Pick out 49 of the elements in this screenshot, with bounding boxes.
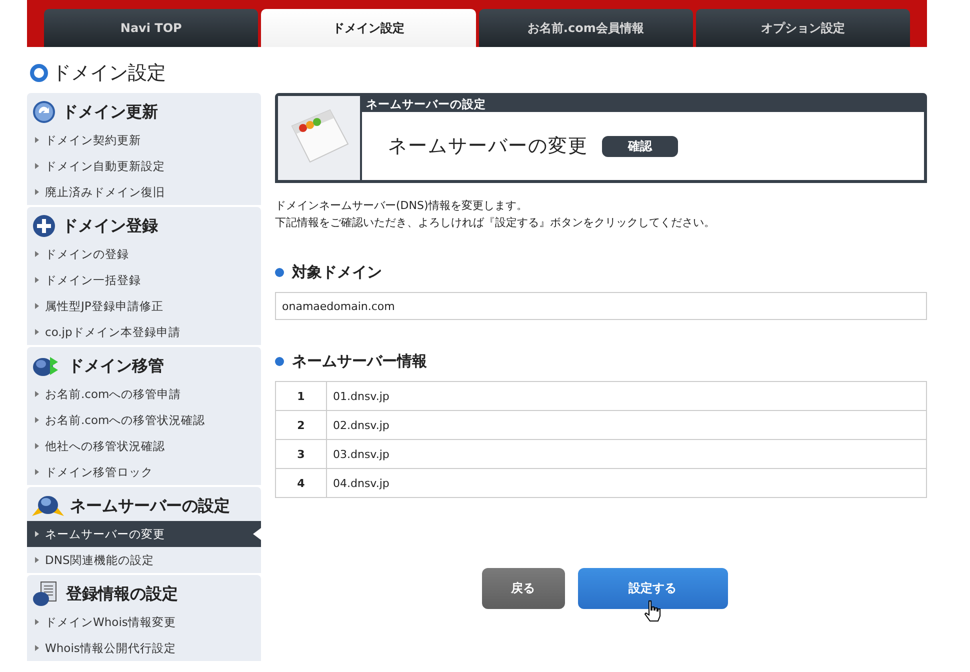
sidebar-item[interactable]: ドメイン一括登録 xyxy=(27,267,261,293)
page-title: ドメイン設定 xyxy=(52,61,166,86)
sidebar-item[interactable]: ドメインの登録 xyxy=(27,241,261,267)
nav-tab[interactable]: オプション設定 xyxy=(696,9,910,47)
table-cell: 4 xyxy=(276,468,326,498)
sidebar-item[interactable]: 他社への移管状況確認 xyxy=(27,433,261,459)
ring-icon xyxy=(30,64,48,82)
bullet-icon xyxy=(275,268,284,277)
sidebar-item[interactable]: お名前.comへの移管申請 xyxy=(27,381,261,407)
nav-tab[interactable]: Navi TOP xyxy=(44,9,258,47)
table-cell: 03.dnsv.jp xyxy=(326,440,926,468)
sidebar-item[interactable]: DNS関連機能の設定 xyxy=(27,547,261,573)
sidebar-item[interactable]: ドメイン自動更新設定 xyxy=(27,153,261,179)
sidebar-heading: ドメイン登録 xyxy=(62,216,158,236)
table-cell: 1 xyxy=(276,382,326,410)
plus-icon xyxy=(32,214,56,238)
refresh-icon xyxy=(32,100,56,124)
table-cell: 2 xyxy=(276,410,326,440)
sidebar-item[interactable]: Whois情報公開代行設定 xyxy=(27,635,261,661)
status-badge: 確認 xyxy=(602,136,678,156)
sidebar-heading: ドメイン移管 xyxy=(68,356,164,376)
table-cell: 01.dnsv.jp xyxy=(326,382,926,410)
nav-tab[interactable]: お名前.com会員情報 xyxy=(478,9,693,47)
sidebar-item[interactable]: 廃止済みドメイン復旧 xyxy=(27,179,261,205)
back-button[interactable]: 戻る xyxy=(482,568,564,609)
description-text: ドメインネームサーバー(DNS)情報を変更します。 xyxy=(275,198,528,214)
header-title: ネームサーバーの変更 xyxy=(388,134,588,159)
sidebar-item[interactable]: ドメインWhois情報変更 xyxy=(27,609,261,635)
section-heading: 対象ドメイン xyxy=(292,263,382,282)
description-text: 下記情報をご確認いただき、よろしければ『設定する』ボタンをクリックしてください。 xyxy=(275,215,715,231)
sidebar-heading: ネームサーバーの設定 xyxy=(70,496,230,516)
sidebar-item[interactable]: ドメイン移管ロック xyxy=(27,459,261,485)
section-heading: ネームサーバー情報 xyxy=(292,352,427,371)
table-cell: 3 xyxy=(276,440,326,468)
nav-tab[interactable]: ドメイン設定 xyxy=(261,9,476,47)
table-cell: 02.dnsv.jp xyxy=(326,410,926,440)
domain-field: onamaedomain.com xyxy=(275,292,927,320)
bullet-icon xyxy=(275,357,284,366)
table-cell: 04.dnsv.jp xyxy=(326,468,926,498)
header-category: ネームサーバーの設定 xyxy=(362,96,924,112)
sidebar-item[interactable]: お名前.comへの移管状況確認 xyxy=(27,407,261,433)
hand-cursor-icon xyxy=(644,600,662,622)
sidebar-item[interactable]: ドメイン契約更新 xyxy=(27,127,261,153)
sidebar-item[interactable]: co.jpドメイン本登録申請 xyxy=(27,319,261,345)
sidebar-item[interactable]: ネームサーバーの変更 xyxy=(27,521,261,547)
people-icon xyxy=(32,494,64,518)
sidebar-item[interactable]: 属性型JP登録申請修正 xyxy=(27,293,261,319)
sidebar-heading: 登録情報の設定 xyxy=(66,584,178,604)
sidebar-heading: ドメイン更新 xyxy=(62,102,158,122)
